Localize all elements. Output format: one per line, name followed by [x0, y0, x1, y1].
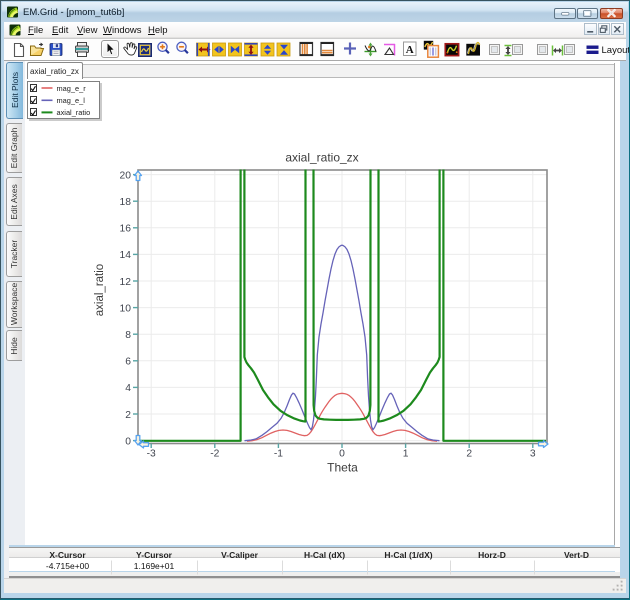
- svg-text:A: A: [406, 44, 414, 56]
